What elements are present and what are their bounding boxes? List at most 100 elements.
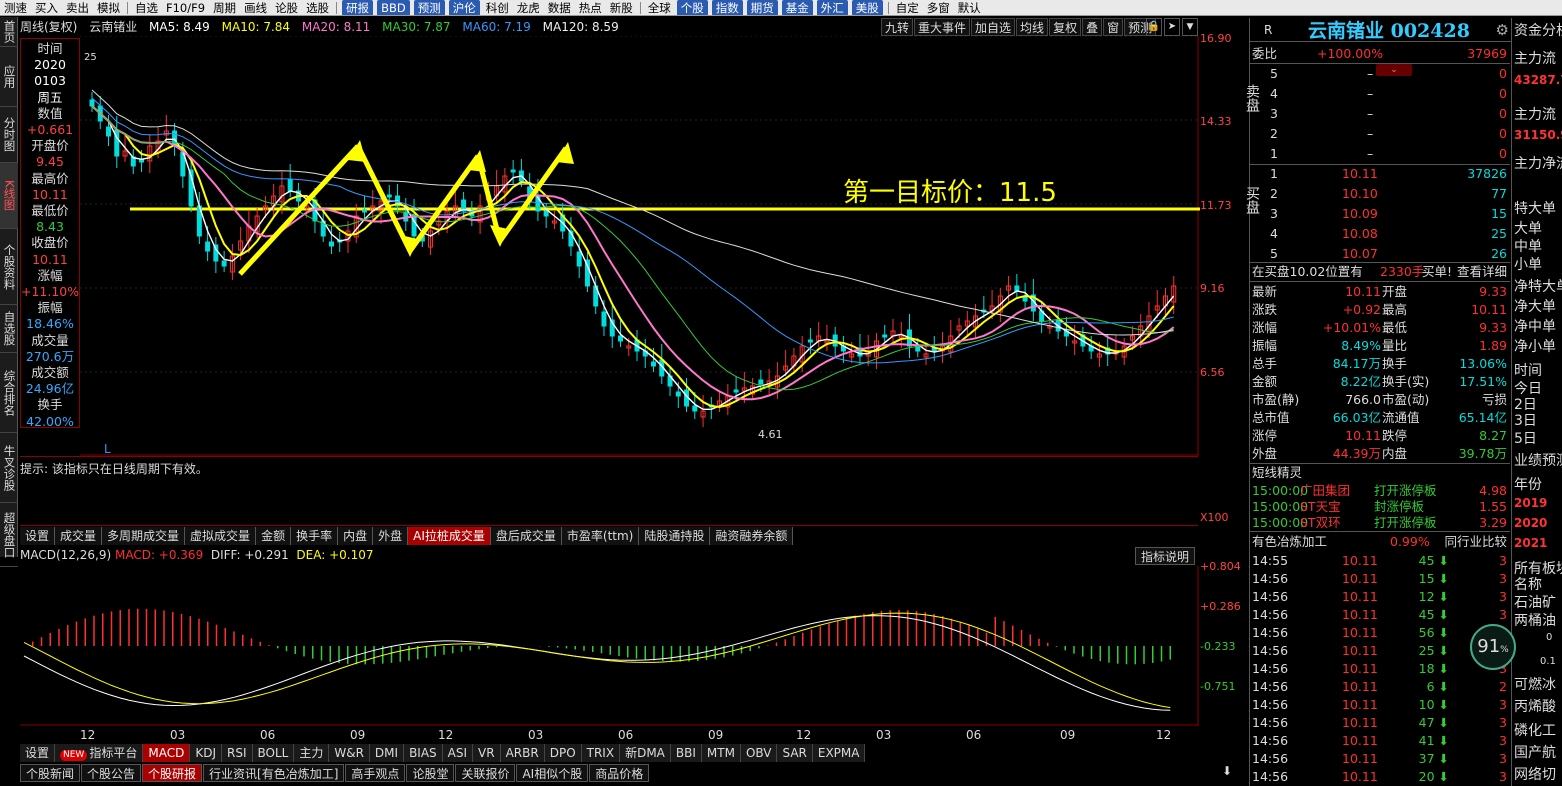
indicator-tab-8[interactable]: AI拉桩成交量 [408, 527, 491, 545]
capital-item-2[interactable]: 43287.7 [1514, 73, 1562, 87]
menu-item-22[interactable]: 期货 [746, 0, 778, 15]
bottom-tab-3[interactable]: KDJ [190, 744, 222, 762]
period-label[interactable]: 周线(复权) [20, 20, 77, 34]
menu-item-9[interactable]: 选股 [302, 0, 333, 15]
bottom-tab-0[interactable]: 设置 [20, 744, 56, 762]
bottom-tab-1[interactable]: NEW 指标平台 [55, 744, 144, 762]
left-tab-8[interactable]: 超级盘口 [0, 503, 18, 567]
indicator-tab-12[interactable]: 融资融券余额 [710, 527, 794, 545]
gear-icon[interactable]: ⚙ [1496, 21, 1509, 39]
menu-item-14[interactable]: 科创 [482, 0, 513, 15]
indicator-tab-7[interactable]: 外盘 [373, 527, 409, 545]
macd-chart[interactable] [20, 566, 1200, 726]
capital-item-1[interactable]: 主力流 [1514, 48, 1556, 68]
bottom-tab-8[interactable]: DMI [369, 744, 405, 762]
menu-item-15[interactable]: 龙虎 [513, 0, 544, 15]
bottom-tab-20[interactable]: EXPMA [812, 744, 866, 762]
bottom-tab-2[interactable]: MACD [143, 744, 191, 762]
menu-item-5[interactable]: F10/F9 [162, 0, 209, 15]
lock-icon[interactable]: 🔒 [1146, 18, 1162, 36]
menu-item-23[interactable]: 基金 [781, 0, 813, 15]
indicator-tab-11[interactable]: 陆股通持股 [639, 527, 711, 545]
menu-item-24[interactable]: 外汇 [816, 0, 848, 15]
news-tab-0[interactable]: 个股新闻 [20, 764, 81, 782]
menu-item-18[interactable]: 新股 [606, 0, 637, 15]
menu-item-19[interactable]: 全球 [644, 0, 675, 15]
indicator-tab-6[interactable]: 内盘 [338, 527, 374, 545]
chart-tool-4[interactable]: 复权 [1049, 18, 1082, 36]
capital-item-19[interactable]: 业绩预测 [1514, 450, 1562, 470]
bottom-tab-14[interactable]: TRIX [581, 744, 621, 762]
left-tab-7[interactable]: 牛叉诊股 [0, 433, 18, 503]
chart-tool-1[interactable]: 重大事件 [914, 18, 971, 36]
capital-item-28[interactable]: 可燃冰 [1514, 674, 1556, 694]
bottom-tab-17[interactable]: MTM [701, 744, 741, 762]
left-tab-0[interactable]: 首页 [0, 17, 18, 47]
capital-item-30[interactable]: 磷化工 [1514, 720, 1556, 740]
left-tab-4[interactable]: 个股资料 [0, 229, 18, 305]
left-tab-3[interactable]: K线图 [0, 163, 18, 229]
bottom-tab-4[interactable]: RSI [222, 744, 253, 762]
indicator-tab-5[interactable]: 换手率 [291, 527, 339, 545]
capital-item-0[interactable]: 资金分析 [1514, 20, 1562, 40]
bottom-tab-19[interactable]: SAR [777, 744, 813, 762]
capital-item-29[interactable]: 丙烯酸 [1514, 696, 1556, 716]
capital-item-9[interactable]: 小单 [1514, 254, 1542, 274]
bottom-tab-6[interactable]: 主力 [294, 744, 330, 762]
pin-icon[interactable]: ➤ [1164, 18, 1180, 36]
left-tab-1[interactable]: 应用 [0, 47, 18, 107]
left-tab-5[interactable]: 自选股 [0, 305, 18, 353]
bottom-tab-11[interactable]: VR [473, 744, 501, 762]
speed-gauge[interactable]: 91% [1470, 624, 1516, 670]
capital-item-4[interactable]: 31150.9 [1514, 128, 1562, 142]
chart-tool-6[interactable]: 窗 [1103, 18, 1124, 36]
menu-item-17[interactable]: 热点 [575, 0, 606, 15]
bottom-tab-13[interactable]: DPO [544, 744, 582, 762]
left-tab-2[interactable]: 分时图 [0, 107, 18, 163]
capital-item-12[interactable]: 净中单 [1514, 316, 1556, 336]
news-tab-2[interactable]: 个股研报 [142, 764, 203, 782]
capital-item-20[interactable]: 年份 [1514, 474, 1542, 494]
chart-tool-2[interactable]: 加自选 [971, 18, 1016, 36]
menu-item-16[interactable]: 数据 [544, 0, 575, 15]
menu-item-0[interactable]: 测速 [0, 0, 31, 15]
indicator-explain-button[interactable]: 指标说明 [1135, 547, 1196, 565]
capital-item-8[interactable]: 中单 [1514, 236, 1542, 256]
menu-item-13[interactable]: 沪伦 [448, 0, 480, 15]
indicator-tab-0[interactable]: 设置 [20, 527, 56, 545]
menu-item-11[interactable]: BBD [377, 0, 410, 15]
news-tab-6[interactable]: 关联报价 [455, 764, 516, 782]
indicator-tab-4[interactable]: 金额 [256, 527, 292, 545]
capital-item-10[interactable]: 净特大单 [1514, 276, 1562, 296]
capital-item-26[interactable]: 石油矿 [1514, 592, 1556, 612]
menu-item-8[interactable]: 论股 [271, 0, 302, 15]
capital-item-25[interactable]: 名称 [1514, 574, 1542, 594]
capital-item-13[interactable]: 净小单 [1514, 336, 1556, 356]
chart-tool-5[interactable]: 叠 [1082, 18, 1103, 36]
capital-item-18[interactable]: 5日 [1514, 428, 1537, 448]
capital-item-6[interactable]: 特大单 [1514, 198, 1556, 218]
bottom-tab-16[interactable]: BBI [670, 744, 702, 762]
indicator-tab-1[interactable]: 成交量 [55, 527, 103, 545]
bottom-tab-7[interactable]: W&R [329, 744, 370, 762]
menu-item-20[interactable]: 个股 [676, 0, 708, 15]
capital-item-3[interactable]: 主力流 [1514, 104, 1556, 124]
left-tab-6[interactable]: 综合排名 [0, 353, 18, 433]
news-tab-5[interactable]: 论股堂 [406, 764, 455, 782]
capital-item-21[interactable]: 2019 [1514, 496, 1547, 510]
menu-item-27[interactable]: 多窗 [923, 0, 954, 15]
indicator-tab-2[interactable]: 多周期成交量 [102, 527, 186, 545]
news-tab-8[interactable]: 商品价格 [589, 764, 650, 782]
indicator-tab-9[interactable]: 盘后成交量 [490, 527, 562, 545]
bottom-tab-18[interactable]: OBV [740, 744, 778, 762]
menu-item-6[interactable]: 周期 [209, 0, 240, 15]
download-icon[interactable]: ⬇ [1222, 764, 1238, 782]
indicator-tab-10[interactable]: 市盈率(ttm) [561, 527, 640, 545]
indicator-tab-3[interactable]: 虚拟成交量 [185, 527, 257, 545]
menu-item-3[interactable]: 模拟 [93, 0, 124, 15]
menu-item-25[interactable]: 美股 [851, 0, 883, 15]
dropdown-icon[interactable]: ▼ [1182, 18, 1198, 36]
capital-item-31[interactable]: 国产航 [1514, 742, 1556, 762]
capital-item-17[interactable]: 3日 [1514, 410, 1537, 430]
candlestick-chart[interactable] [80, 36, 1200, 456]
